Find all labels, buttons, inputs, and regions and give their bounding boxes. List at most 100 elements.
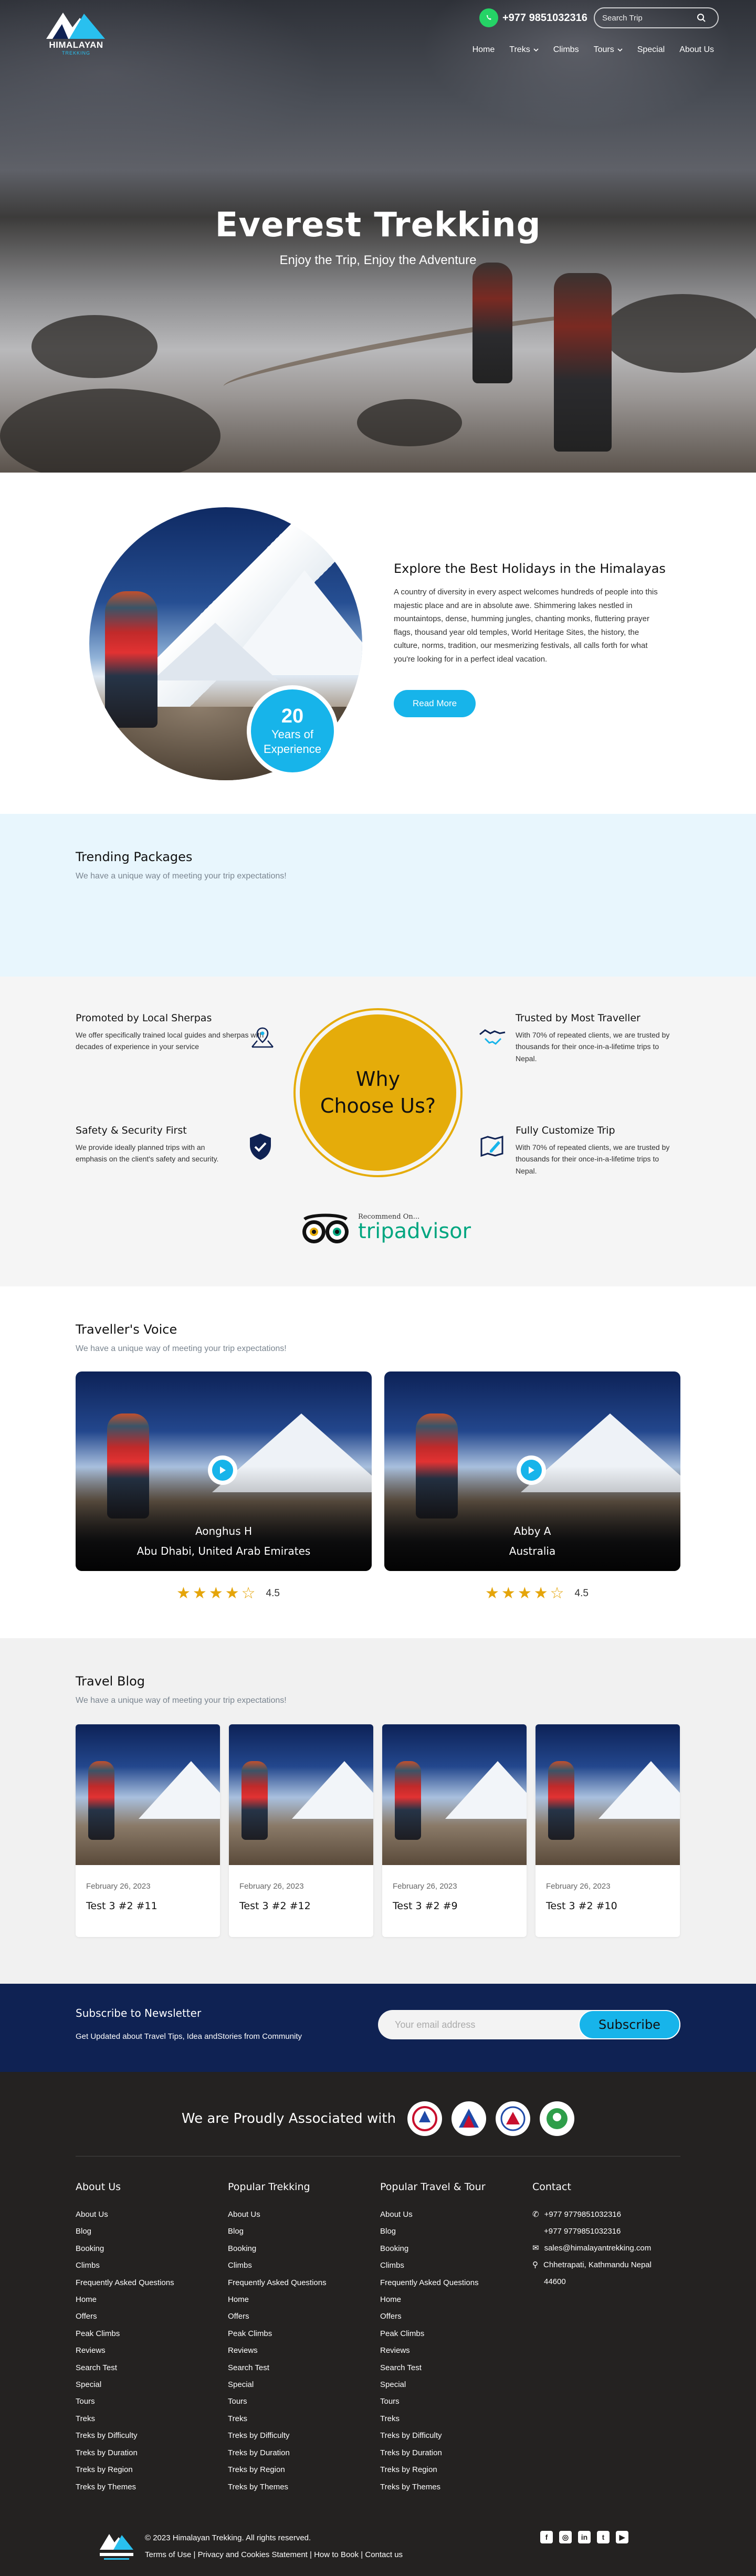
- footer-link[interactable]: Blog: [76, 2223, 223, 2240]
- footer-link[interactable]: Frequently Asked Questions: [76, 2275, 223, 2291]
- contact-phone-2[interactable]: +977 9779851032316: [532, 2223, 679, 2240]
- footer-link[interactable]: Treks by Themes: [76, 2479, 223, 2496]
- footer-link[interactable]: Treks: [228, 2411, 375, 2427]
- footer-link[interactable]: Treks by Duration: [380, 2445, 527, 2462]
- footer-link[interactable]: About Us: [228, 2206, 375, 2223]
- footer-link[interactable]: Blog: [228, 2223, 375, 2240]
- nav-about[interactable]: About Us: [679, 45, 714, 55]
- contact-email[interactable]: ✉ sales@himalayantrekking.com: [532, 2240, 679, 2257]
- legal-links[interactable]: Terms of Use | Privacy and Cookies State…: [145, 2547, 403, 2563]
- search-input[interactable]: [602, 13, 697, 23]
- trekker-figure: [548, 1761, 574, 1840]
- taan-logo-icon[interactable]: [452, 2101, 487, 2136]
- blog-card[interactable]: February 26, 2023 Test 3 #2 #9: [382, 1724, 527, 1937]
- footer-bottom: © 2023 Himalayan Trekking. All rights re…: [0, 2528, 756, 2561]
- footer-link[interactable]: Treks: [76, 2411, 223, 2427]
- footer-link[interactable]: Peak Climbs: [228, 2326, 375, 2342]
- footer-link[interactable]: Treks by Region: [228, 2462, 375, 2478]
- youtube-icon[interactable]: ▶: [616, 2531, 628, 2543]
- nav-tours[interactable]: Tours: [594, 45, 623, 55]
- instagram-icon[interactable]: ◎: [559, 2531, 572, 2543]
- nepal-tourism-logo-icon[interactable]: [407, 2101, 443, 2136]
- hero-rock: [357, 399, 462, 446]
- testimonial-card[interactable]: Aonghus H Abu Dhabi, United Arab Emirate…: [76, 1371, 372, 1571]
- contact-phone[interactable]: ✆ +977 9779851032316: [532, 2206, 679, 2223]
- blog-post-title[interactable]: Test 3 #2 #12: [239, 1900, 373, 1912]
- footer-link[interactable]: Treks by Themes: [228, 2479, 375, 2496]
- footer-link[interactable]: Reviews: [228, 2342, 375, 2359]
- footer-link[interactable]: Climbs: [380, 2257, 527, 2274]
- read-more-button[interactable]: Read More: [394, 690, 476, 717]
- nav-treks[interactable]: Treks: [509, 45, 539, 55]
- footer-link[interactable]: Tours: [380, 2393, 527, 2410]
- testimonial-card[interactable]: Abby A Australia: [384, 1371, 680, 1571]
- footer-link[interactable]: Special: [228, 2376, 375, 2393]
- footer-link[interactable]: Treks by Difficulty: [228, 2427, 375, 2444]
- footer-link[interactable]: Treks by Difficulty: [380, 2427, 527, 2444]
- footer-link[interactable]: Offers: [228, 2308, 375, 2325]
- footer-link[interactable]: About Us: [76, 2206, 223, 2223]
- footer-link[interactable]: Offers: [380, 2308, 527, 2325]
- nav-special[interactable]: Special: [637, 45, 665, 55]
- footer-link[interactable]: Tours: [76, 2393, 223, 2410]
- footer-link[interactable]: Frequently Asked Questions: [380, 2275, 527, 2291]
- footer-link[interactable]: Treks: [380, 2411, 527, 2427]
- blog-post-title[interactable]: Test 3 #2 #9: [393, 1900, 527, 1912]
- footer-link[interactable]: Booking: [228, 2240, 375, 2257]
- blog-post-title[interactable]: Test 3 #2 #11: [86, 1900, 220, 1912]
- facebook-icon[interactable]: f: [540, 2531, 553, 2543]
- blog-card[interactable]: February 26, 2023 Test 3 #2 #10: [536, 1724, 680, 1937]
- footer-link[interactable]: Blog: [380, 2223, 527, 2240]
- blog-card[interactable]: February 26, 2023 Test 3 #2 #12: [229, 1724, 373, 1937]
- footer-link[interactable]: Booking: [76, 2240, 223, 2257]
- blog-title: Travel Blog: [76, 1674, 145, 1689]
- footer-link[interactable]: Home: [228, 2291, 375, 2308]
- footer-link[interactable]: Treks by Region: [380, 2462, 527, 2478]
- blog-post-title[interactable]: Test 3 #2 #10: [546, 1900, 680, 1912]
- footer-link[interactable]: Treks by Themes: [380, 2479, 527, 2496]
- linkedin-icon[interactable]: in: [578, 2531, 591, 2543]
- footer-link[interactable]: Reviews: [76, 2342, 223, 2359]
- footer-link[interactable]: Peak Climbs: [76, 2326, 223, 2342]
- kep-logo-icon[interactable]: [540, 2101, 575, 2136]
- footer-link[interactable]: Treks by Region: [76, 2462, 223, 2478]
- star-full-icon: ★: [533, 1585, 548, 1602]
- twitter-icon[interactable]: t: [597, 2531, 610, 2543]
- footer-link[interactable]: Special: [76, 2376, 223, 2393]
- footer-link[interactable]: Booking: [380, 2240, 527, 2257]
- footer-link[interactable]: Search Test: [228, 2360, 375, 2376]
- footer-link[interactable]: Treks by Difficulty: [76, 2427, 223, 2444]
- blog-date: February 26, 2023: [393, 1882, 457, 1891]
- subscribe-button[interactable]: Subscribe: [579, 2010, 680, 2039]
- email-input[interactable]: [378, 2019, 579, 2030]
- footer-link[interactable]: Treks by Duration: [228, 2445, 375, 2462]
- star-full-icon: ★: [225, 1585, 239, 1602]
- nav-home[interactable]: Home: [472, 45, 495, 55]
- nma-logo-icon[interactable]: [496, 2101, 531, 2136]
- footer-link[interactable]: Search Test: [76, 2360, 223, 2376]
- nav-climbs[interactable]: Climbs: [553, 45, 579, 55]
- search-icon[interactable]: [697, 13, 706, 23]
- footer-link[interactable]: Climbs: [76, 2257, 223, 2274]
- footer-link[interactable]: Reviews: [380, 2342, 527, 2359]
- trekker-figure: [242, 1761, 268, 1840]
- footer-link[interactable]: Search Test: [380, 2360, 527, 2376]
- footer-link[interactable]: Special: [380, 2376, 527, 2393]
- footer-link[interactable]: Frequently Asked Questions: [228, 2275, 375, 2291]
- play-button[interactable]: [208, 1455, 237, 1485]
- footer-link[interactable]: Climbs: [228, 2257, 375, 2274]
- tripadvisor-badge[interactable]: Recommend On... tripadvisor: [299, 1212, 471, 1247]
- footer-logo[interactable]: [98, 2531, 135, 2561]
- blog-card[interactable]: February 26, 2023 Test 3 #2 #11: [76, 1724, 220, 1937]
- footer-link[interactable]: Treks by Duration: [76, 2445, 223, 2462]
- footer-link[interactable]: Offers: [76, 2308, 223, 2325]
- feature-text: With 70% of repeated clients, we are tru…: [516, 1031, 670, 1063]
- footer-link[interactable]: Tours: [228, 2393, 375, 2410]
- footer-link[interactable]: Home: [380, 2291, 527, 2308]
- play-button[interactable]: [517, 1455, 546, 1485]
- footer-link[interactable]: Peak Climbs: [380, 2326, 527, 2342]
- site-logo[interactable]: HIMALAYAN TREKKING: [42, 8, 110, 60]
- header-phone[interactable]: +977 9851032316: [479, 8, 587, 27]
- footer-link[interactable]: Home: [76, 2291, 223, 2308]
- footer-link[interactable]: About Us: [380, 2206, 527, 2223]
